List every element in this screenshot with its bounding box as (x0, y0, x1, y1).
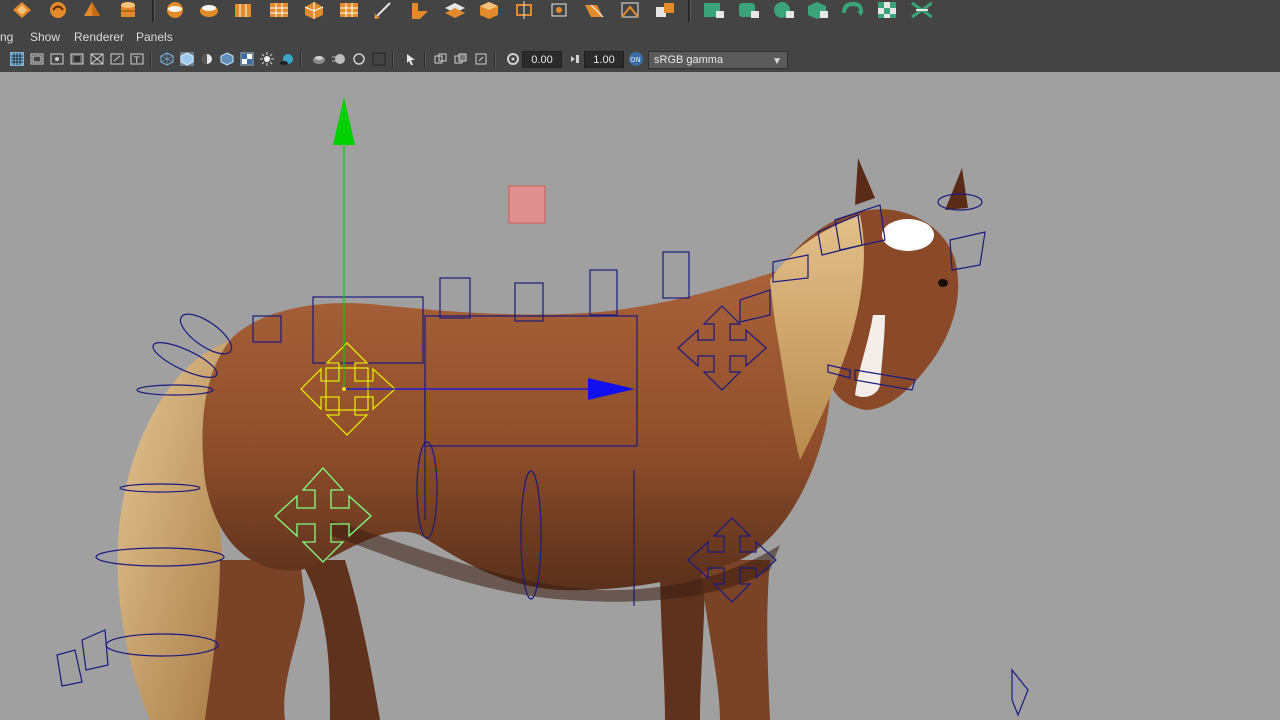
shelf-separator (688, 0, 691, 22)
scene-canvas (56, 97, 1029, 720)
poly-cube-icon[interactable] (11, 0, 33, 20)
target-weld-icon[interactable] (548, 0, 570, 20)
uv-auto-icon[interactable] (806, 0, 828, 20)
anti-aliasing-icon[interactable] (352, 52, 366, 66)
panel-toolbar: T 0.00 1.00 ON sRGB gamma ▼ (0, 48, 1280, 73)
menu-panels[interactable]: Panels (136, 30, 173, 44)
combine-icon[interactable] (443, 0, 465, 20)
wireframe-icon[interactable] (160, 52, 174, 66)
cone-icon[interactable] (81, 0, 103, 20)
toolbar-separator (300, 51, 302, 68)
gamma-icon[interactable] (568, 52, 582, 66)
bridge-icon[interactable] (268, 0, 290, 20)
horse-hind-legs[interactable] (205, 560, 380, 720)
use-all-lights-icon[interactable] (260, 52, 274, 66)
shelf-separator (152, 0, 155, 22)
depth-of-field-icon[interactable] (372, 52, 386, 66)
grid-toggle-icon[interactable] (10, 52, 24, 66)
svg-text:T: T (133, 56, 140, 65)
wireframe-on-shaded-icon[interactable] (220, 52, 234, 66)
menu-show[interactable]: Show (30, 30, 60, 44)
menu-renderer[interactable]: Renderer (74, 30, 124, 44)
uv-cylindrical-icon[interactable] (737, 0, 759, 20)
viewport-3d[interactable] (0, 72, 1280, 720)
safe-title-icon[interactable]: T (130, 52, 144, 66)
uv-layout-icon[interactable] (910, 0, 932, 20)
bevel-icon[interactable] (232, 0, 254, 20)
append-icon[interactable] (303, 0, 325, 20)
exposure-icon[interactable] (506, 52, 520, 66)
cylinder-icon[interactable] (117, 0, 139, 20)
xray-components-icon[interactable] (474, 52, 488, 66)
svg-text:ON: ON (630, 56, 641, 64)
xray-joints-icon[interactable] (454, 52, 468, 66)
textured-icon[interactable] (240, 52, 254, 66)
shadows-icon[interactable] (280, 52, 294, 66)
layer-icon[interactable] (164, 0, 186, 20)
menu-lighting-partial[interactable]: ng (0, 30, 13, 44)
color-management-icon[interactable]: ON (629, 52, 643, 66)
ambient-occlusion-icon[interactable] (312, 52, 326, 66)
xray-icon[interactable] (434, 52, 448, 66)
smooth-icon[interactable] (654, 0, 676, 20)
motion-blur-icon[interactable] (332, 52, 346, 66)
shelf-bar (0, 0, 1280, 25)
gamma-field[interactable]: 1.00 (584, 51, 624, 68)
extrude-icon[interactable] (198, 0, 220, 20)
gate-mask-icon[interactable] (70, 52, 84, 66)
toolbar-separator (494, 51, 496, 68)
sculpt-icon[interactable] (47, 0, 69, 20)
uv-checker-icon[interactable] (876, 0, 898, 20)
toolbar-separator (424, 51, 426, 68)
uv-spherical-icon[interactable] (772, 0, 794, 20)
toolbar-separator (392, 51, 394, 68)
field-chart-icon[interactable] (90, 52, 104, 66)
use-default-material-icon[interactable] (200, 52, 214, 66)
merge-icon[interactable] (583, 0, 605, 20)
exposure-field[interactable]: 0.00 (522, 51, 562, 68)
uv-unfold-icon[interactable] (841, 0, 863, 20)
smooth-shade-icon[interactable] (180, 52, 194, 66)
film-gate-icon[interactable] (30, 52, 44, 66)
resolution-gate-icon[interactable] (50, 52, 64, 66)
uv-planar-icon[interactable] (702, 0, 724, 20)
chevron-down-icon: ▼ (772, 56, 782, 67)
cut-icon[interactable] (513, 0, 535, 20)
safe-action-icon[interactable] (110, 52, 124, 66)
isolate-select-icon[interactable] (404, 52, 418, 66)
edge-loop-icon[interactable] (619, 0, 641, 20)
view-transform-select[interactable]: sRGB gamma ▼ (648, 51, 788, 69)
wedge-icon[interactable] (408, 0, 430, 20)
knife-icon[interactable] (372, 0, 394, 20)
toolbar-separator (150, 51, 152, 68)
panel-menu-bar: ng Show Renderer Panels (0, 24, 1280, 48)
view-transform-value: sRGB gamma (654, 54, 724, 66)
separate-icon[interactable] (478, 0, 500, 20)
red-locator-box[interactable] (508, 185, 546, 224)
split-icon[interactable] (338, 0, 360, 20)
